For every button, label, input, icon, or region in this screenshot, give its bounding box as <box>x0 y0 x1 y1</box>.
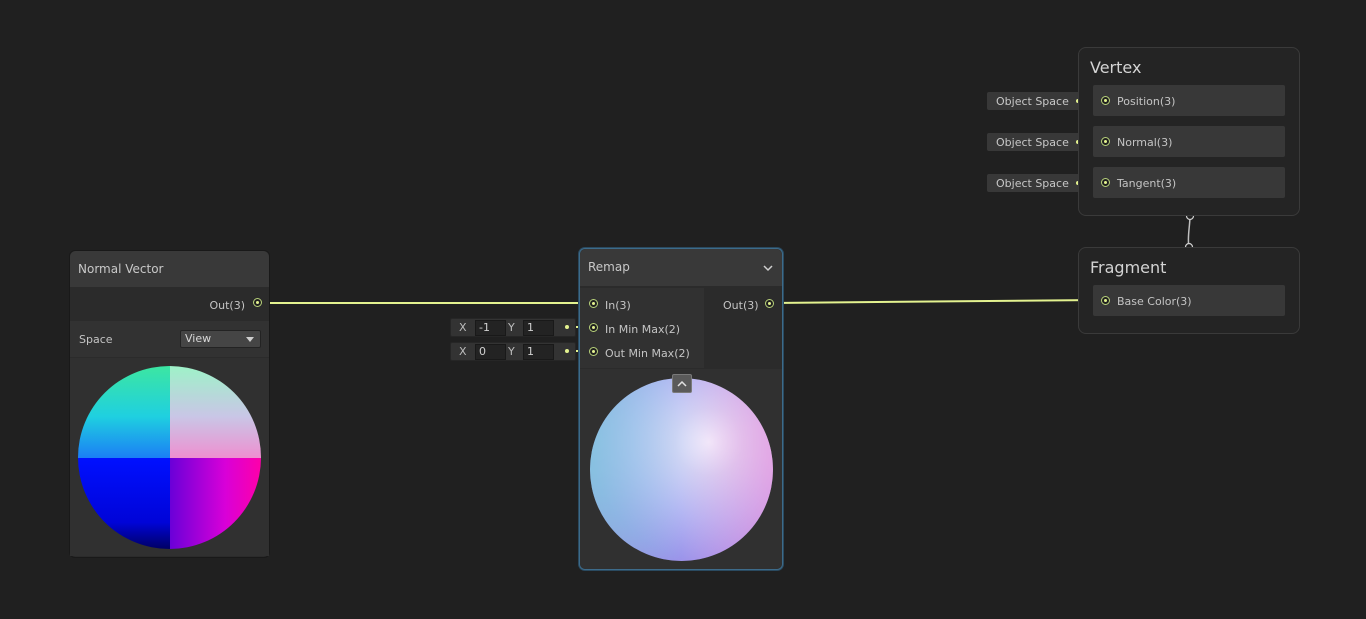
out-min-max-x-label: X <box>459 345 467 358</box>
normal-vector-node-title: Normal Vector <box>78 262 164 276</box>
preview-collapse-button[interactable] <box>672 374 692 393</box>
fragment-block-title: Fragment <box>1090 258 1167 277</box>
base-color-label: Base Color(3) <box>1117 295 1192 308</box>
remap-in-min-max-port[interactable] <box>589 323 598 332</box>
remap-out-min-max-label: Out Min Max(2) <box>605 347 690 360</box>
space-dropdown-value: View <box>185 332 212 345</box>
tangent-space-label: Object Space <box>996 177 1069 190</box>
space-label: Space <box>79 333 113 346</box>
out-min-max-y-label: Y <box>508 345 515 358</box>
in-min-max-field[interactable]: X -1 Y 1 <box>450 318 576 337</box>
out-min-max-field[interactable]: X 0 Y 1 <box>450 342 576 361</box>
tangent-space-tag[interactable]: Object Space <box>987 174 1086 192</box>
normal-vector-output-port[interactable] <box>253 298 262 307</box>
position-space-tag[interactable]: Object Space <box>987 92 1086 110</box>
normal-space-tag[interactable]: Object Space <box>987 133 1086 151</box>
sphere-quadrant-bottom-right <box>170 458 261 549</box>
normal-vector-node-header[interactable]: Normal Vector <box>70 251 269 287</box>
remap-out-min-max-port[interactable] <box>589 347 598 356</box>
vertex-slot-tangent[interactable]: Tangent(3) <box>1093 167 1285 198</box>
sphere-quadrant-top-left <box>78 366 170 458</box>
remap-in-port[interactable] <box>589 299 598 308</box>
in-min-max-pin <box>565 325 569 329</box>
normal-port[interactable] <box>1101 137 1110 146</box>
chevron-up-icon <box>677 380 687 387</box>
fragment-slot-base-color[interactable]: Base Color(3) <box>1093 285 1285 316</box>
out-min-max-y-value[interactable]: 1 <box>523 344 554 360</box>
remap-node-title: Remap <box>588 260 630 274</box>
in-min-max-y-label: Y <box>508 321 515 334</box>
in-min-max-y-value[interactable]: 1 <box>523 320 554 336</box>
normal-vector-preview-sphere <box>78 366 261 549</box>
normal-vector-output-row: Out(3) <box>70 288 269 318</box>
sphere-quadrant-bottom-left <box>78 458 170 549</box>
normal-vector-node[interactable]: Normal Vector Out(3) Space View <box>69 250 270 558</box>
fragment-block[interactable]: Fragment Base Color(3) <box>1078 247 1300 334</box>
normal-vector-output-label: Out(3) <box>209 299 245 312</box>
in-min-max-x-value[interactable]: -1 <box>475 320 506 336</box>
normal-vector-settings: Space View <box>70 321 269 357</box>
vertex-block-title: Vertex <box>1090 58 1142 77</box>
remap-out-port[interactable] <box>765 299 774 308</box>
normal-space-label: Object Space <box>996 136 1069 149</box>
remap-inputs-panel: In(3) In Min Max(2) Out Min Max(2) <box>580 288 704 368</box>
vertex-slot-normal[interactable]: Normal(3) <box>1093 126 1285 157</box>
position-port[interactable] <box>1101 96 1110 105</box>
out-min-max-x-value[interactable]: 0 <box>475 344 506 360</box>
out-min-max-pin <box>565 349 569 353</box>
tangent-label: Tangent(3) <box>1117 177 1177 190</box>
vertex-fragment-link <box>1187 215 1191 248</box>
remap-outputs-panel: Out(3) <box>705 288 782 368</box>
remap-preview-sphere-tint <box>590 378 773 561</box>
normal-label: Normal(3) <box>1117 136 1173 149</box>
space-dropdown[interactable]: View <box>180 330 261 348</box>
collapse-chevron-icon[interactable] <box>763 265 773 272</box>
vertex-slot-position[interactable]: Position(3) <box>1093 85 1285 116</box>
position-label: Position(3) <box>1117 95 1176 108</box>
in-min-max-x-label: X <box>459 321 467 334</box>
remap-node-header[interactable]: Remap <box>580 249 782 286</box>
remap-node[interactable]: Remap In(3) In Min Max(2) Out Min Max(2)… <box>579 248 783 570</box>
remap-in-min-max-label: In Min Max(2) <box>605 323 681 336</box>
remap-out-label: Out(3) <box>723 299 759 312</box>
wire-remap-to-basecolor <box>772 299 1101 304</box>
position-space-label: Object Space <box>996 95 1069 108</box>
remap-preview <box>580 369 782 569</box>
normal-vector-preview <box>70 358 269 556</box>
remap-in-label: In(3) <box>605 299 631 312</box>
tangent-port[interactable] <box>1101 178 1110 187</box>
vertex-block[interactable]: Vertex Position(3) Normal(3) Tangent(3) <box>1078 47 1300 216</box>
chevron-down-icon <box>246 337 254 342</box>
base-color-port[interactable] <box>1101 296 1110 305</box>
sphere-quadrant-top-right <box>170 366 261 458</box>
